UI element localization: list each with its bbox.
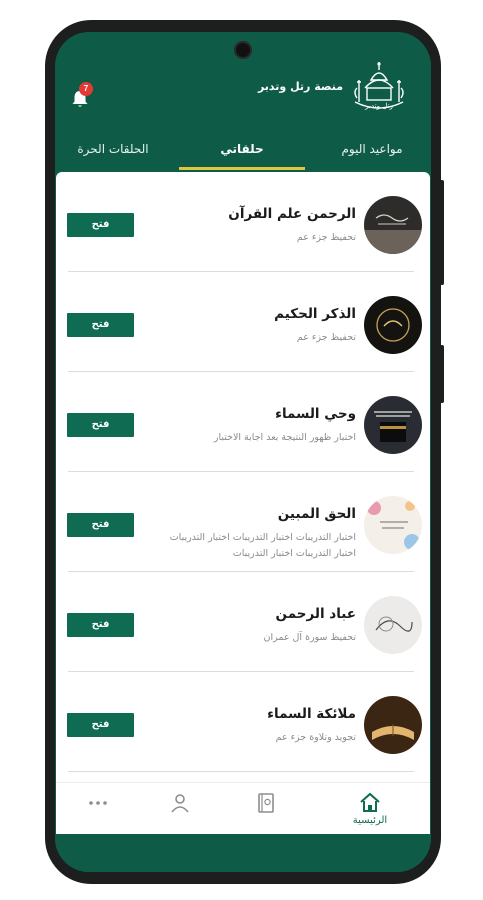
open-quran-image-icon	[364, 696, 422, 754]
tab-label: مواعيد اليوم	[341, 142, 403, 156]
paper-calligraphy-image-icon	[364, 596, 422, 654]
bottom-nav: الرئيسية	[56, 782, 430, 834]
more-icon	[89, 801, 107, 805]
kaaba-image-icon	[364, 396, 422, 454]
profile-icon	[171, 794, 189, 813]
rings-list: الرحمن علم القرآن تحفيظ جزء عم فتح الذكر…	[56, 172, 430, 782]
ring-subtitle: تجويد وتلاوة جزء عم	[275, 732, 356, 743]
book-icon	[258, 793, 274, 813]
open-button[interactable]: فتح	[67, 613, 134, 637]
mosque-logo-icon	[354, 62, 404, 109]
ring-title: ملائكة السماء	[267, 706, 356, 722]
ring-thumbnail	[364, 396, 422, 454]
logo-text: رتل وتدبر	[365, 102, 393, 110]
divider	[68, 771, 414, 772]
nav-profile[interactable]	[150, 783, 210, 835]
tab-label: الحلقات الحرة	[77, 142, 149, 156]
ring-thumbnail	[364, 496, 422, 554]
tab-free-rings[interactable]: الحلقات الحرة	[55, 132, 171, 172]
ring-thumbnail	[364, 296, 422, 354]
floral-card-image-icon	[364, 496, 422, 554]
ring-subtitle: اختبار التدريبات اختبار التدريبات اختبار…	[169, 532, 356, 559]
nav-home-label: الرئيسية	[352, 815, 388, 826]
list-item[interactable]: عباد الرحمن تحفيظ سورة آل عمران فتح	[56, 572, 430, 672]
tab-my-rings[interactable]: حلقاتي	[179, 132, 305, 172]
tab-today-schedule[interactable]: مواعيد اليوم	[313, 132, 431, 172]
nav-more[interactable]	[68, 783, 128, 835]
open-button[interactable]: فتح	[67, 713, 134, 737]
ring-thumbnail	[364, 196, 422, 254]
ring-title: الذكر الحكيم	[274, 306, 356, 322]
list-item[interactable]: الذكر الحكيم تحفيظ جزء عم فتح	[56, 272, 430, 372]
power-button	[438, 345, 444, 403]
dark-calligraphy-image-icon	[364, 196, 422, 254]
app-screen: رتل وتدبر منصة رتل وتدبر 7 مواعيد اليوم …	[55, 32, 431, 872]
list-item[interactable]: وحي السماء اختبار ظهور النتيجة بعد اجابة…	[56, 372, 430, 472]
brand-title: منصة رتل وتدبر	[257, 80, 343, 93]
ring-thumbnail	[364, 596, 422, 654]
volume-button	[438, 180, 444, 285]
open-button[interactable]: فتح	[67, 413, 134, 437]
ring-subtitle: تحفيظ جزء عم	[296, 232, 356, 243]
tab-label: حلقاتي	[220, 142, 264, 156]
golden-calligraphy-image-icon	[364, 296, 422, 354]
app-logo: رتل وتدبر	[349, 58, 409, 120]
open-button[interactable]: فتح	[67, 213, 134, 237]
ring-thumbnail	[364, 696, 422, 754]
ring-title: الحق المبين	[277, 506, 356, 522]
front-camera	[234, 41, 252, 59]
open-button[interactable]: فتح	[67, 313, 134, 337]
nav-book[interactable]	[236, 783, 296, 835]
ring-subtitle: تحفيظ جزء عم	[296, 332, 356, 343]
ring-title: عباد الرحمن	[275, 606, 356, 622]
list-item[interactable]: الرحمن علم القرآن تحفيظ جزء عم فتح	[56, 172, 430, 272]
list-item[interactable]: ملائكة السماء تجويد وتلاوة جزء عم فتح	[56, 672, 430, 772]
ring-subtitle: تحفيظ سورة آل عمران	[263, 632, 356, 643]
tab-bar: مواعيد اليوم حلقاتي الحلقات الحرة	[55, 132, 431, 172]
ring-title: الرحمن علم القرآن	[228, 206, 356, 222]
ring-title: وحي السماء	[275, 406, 356, 422]
notification-badge: 7	[79, 82, 93, 96]
home-icon	[360, 792, 380, 812]
list-item[interactable]: الحق المبين اختبار التدريبات اختبار التد…	[56, 472, 430, 572]
system-bottom-bar	[55, 834, 431, 872]
active-tab-indicator	[179, 167, 305, 170]
nav-home[interactable]: الرئيسية	[340, 783, 400, 835]
ring-subtitle: اختبار ظهور النتيجة بعد اجابة الاختبار	[213, 432, 356, 443]
open-button[interactable]: فتح	[67, 513, 134, 537]
